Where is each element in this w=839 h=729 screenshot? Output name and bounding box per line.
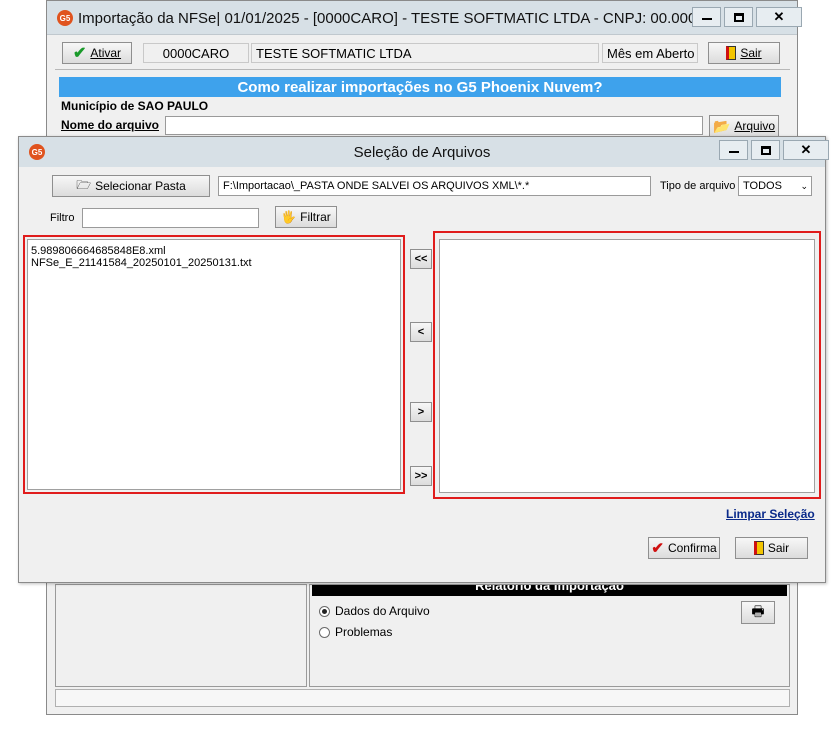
import-window-titlebar: G5 Importação da NFSe| 01/01/2025 - [000… (47, 1, 802, 35)
company-code-field: 0000CARO (143, 43, 249, 63)
file-name-label: Nome do arquivo (61, 118, 160, 132)
company-name-field: TESTE SOFTMATIC LTDA (251, 43, 599, 63)
maximize-button[interactable] (724, 7, 753, 27)
move-one-right-button[interactable]: > (410, 402, 432, 422)
selected-files-list[interactable] (439, 239, 815, 493)
clear-selection-link[interactable]: Limpar Seleção (726, 507, 815, 521)
maximize-icon (733, 12, 744, 22)
filter-input[interactable] (82, 208, 259, 228)
chevron-down-icon: ⌄ (800, 180, 808, 191)
select-folder-button[interactable]: 🗁 Selecionar Pasta (52, 175, 210, 197)
printer-icon: 🖶 (751, 602, 765, 619)
close-icon: ✕ (800, 142, 812, 157)
move-all-right-button[interactable]: >> (410, 466, 432, 486)
close-icon: ✕ (773, 9, 785, 24)
status-bar (55, 689, 790, 707)
filter-label: Filtro (50, 212, 75, 224)
minimize-icon (728, 151, 739, 153)
activate-button[interactable]: ✔ Ativar (62, 42, 132, 64)
move-one-left-button[interactable]: < (410, 322, 432, 342)
dialog-title: Seleção de Arquivos (353, 144, 491, 161)
confirm-button[interactable]: ✔ Confirma (648, 537, 720, 559)
list-item[interactable]: 5.989806664685848E8.xml (28, 245, 400, 257)
dialog-minimize-button[interactable] (719, 140, 748, 160)
radio-problems-label: Problemas (335, 625, 393, 639)
radio-unselected-icon (319, 626, 330, 638)
help-banner-link[interactable]: Como realizar importações no G5 Phoenix … (59, 77, 781, 97)
filter-icon: 🖐 (281, 210, 297, 224)
app-logo: G5 (57, 10, 73, 26)
left-panel (55, 584, 307, 687)
report-header: Relatório da Importação (312, 585, 787, 596)
maximize-icon (760, 145, 771, 155)
file-type-select[interactable]: TODOS ⌄ (738, 176, 812, 196)
checkmark-icon: ✔ (72, 45, 87, 62)
dialog-window-controls: ✕ (719, 140, 829, 160)
file-button-label: Arquivo (734, 119, 776, 133)
exit-door-icon (753, 541, 764, 555)
radio-file-data[interactable]: Dados do Arquivo (319, 604, 430, 618)
import-window-title: Importação da NFSe| 01/01/2025 - [0000CA… (78, 10, 722, 27)
dialog-exit-label: Sair (767, 541, 790, 555)
dialog-exit-button[interactable]: Sair (735, 537, 808, 559)
separator (55, 69, 790, 70)
filter-button[interactable]: 🖐 Filtrar (275, 206, 337, 228)
list-item[interactable]: NFSe_E_21141584_20250101_20250131.txt (28, 257, 400, 269)
file-button[interactable]: 📂 Arquivo (709, 115, 779, 137)
report-panel: Relatório da Importação Dados do Arquivo… (309, 584, 790, 687)
folder-icon: 🗁 (76, 177, 92, 192)
activate-button-label: Ativar (90, 46, 122, 60)
file-selection-dialog: G5 Seleção de Arquivos ✕ 🗁 Selecionar Pa… (18, 136, 829, 583)
import-window-controls: ✕ (692, 7, 802, 27)
move-all-left-button[interactable]: << (410, 249, 432, 269)
minimize-button[interactable] (692, 7, 721, 27)
radio-problems[interactable]: Problemas (319, 625, 392, 639)
checkmark-icon: ✔ (651, 540, 664, 557)
select-folder-label: Selecionar Pasta (95, 179, 186, 193)
dialog-titlebar: G5 Seleção de Arquivos ✕ (19, 137, 829, 167)
selected-files-highlight (433, 231, 821, 499)
dialog-close-button[interactable]: ✕ (783, 140, 829, 160)
radio-file-data-label: Dados do Arquivo (335, 604, 430, 618)
exit-button-label: Sair (740, 46, 762, 60)
exit-door-icon (726, 46, 737, 60)
available-files-list[interactable]: 5.989806664685848E8.xml NFSe_E_21141584_… (27, 239, 401, 490)
radio-selected-icon (319, 605, 330, 617)
period-status-field: Mês em Aberto (602, 43, 698, 63)
filter-button-label: Filtrar (300, 210, 331, 224)
folder-path-input[interactable]: F:\Importacao\_PASTA ONDE SALVEI OS ARQU… (218, 176, 651, 196)
available-files-highlight: 5.989806664685848E8.xml NFSe_E_21141584_… (23, 235, 405, 494)
file-type-value: TODOS (743, 180, 782, 192)
minimize-icon (701, 18, 712, 20)
dialog-maximize-button[interactable] (751, 140, 780, 160)
print-button[interactable]: 🖶 (741, 601, 775, 624)
confirm-button-label: Confirma (667, 541, 717, 555)
close-button[interactable]: ✕ (756, 7, 802, 27)
file-type-label: Tipo de arquivo (660, 180, 736, 192)
folder-open-icon: 📂 (712, 117, 731, 134)
municipality-label: Município de SAO PAULO (61, 99, 209, 113)
file-name-input[interactable] (165, 116, 703, 135)
exit-button[interactable]: Sair (708, 42, 780, 64)
